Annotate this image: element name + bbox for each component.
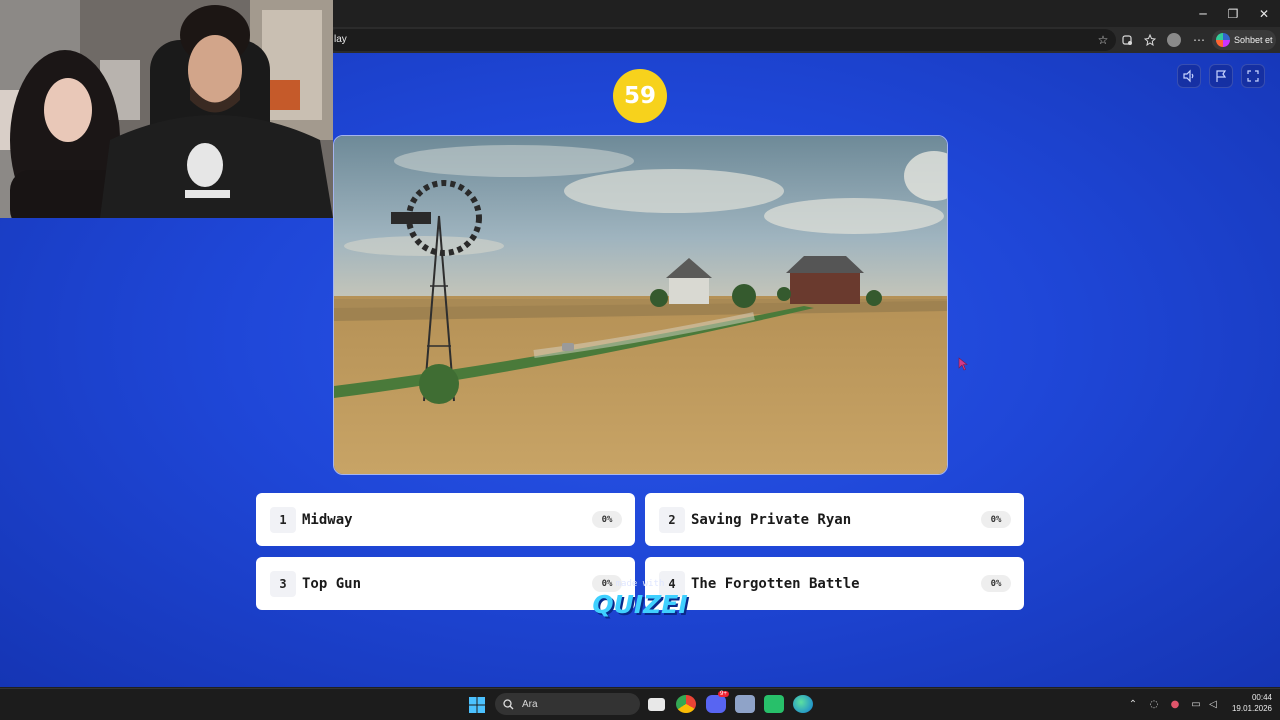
more-options-icon[interactable]: ⋯: [1190, 31, 1208, 49]
discord-badge: 9+: [718, 691, 729, 697]
search-icon: [503, 698, 514, 709]
answer-number: 2: [659, 506, 685, 533]
answer-number: 3: [270, 570, 296, 597]
answer-text: Top Gun: [302, 575, 362, 592]
windows-logo-icon: [469, 697, 485, 713]
tray-chevron-icon[interactable]: ⌃: [1126, 697, 1140, 711]
copilot-label: Sohbet et: [1234, 35, 1273, 45]
task-view-icon[interactable]: [648, 698, 665, 711]
close-button[interactable]: ✕: [1249, 0, 1279, 27]
taskbar-search[interactable]: Ara: [495, 693, 640, 715]
clock-date: 19.01.2026: [1231, 704, 1272, 713]
profile-avatar-icon[interactable]: [1165, 31, 1183, 49]
answer-number: 1: [270, 506, 296, 533]
quizei-logo[interactable]: QUIZEI: [590, 590, 690, 619]
answer-percent: 0%: [981, 511, 1011, 528]
answer-percent: 0%: [592, 511, 622, 528]
answer-option-3[interactable]: 3 Top Gun 0%: [256, 557, 635, 610]
answer-text: The Forgotten Battle: [691, 575, 860, 592]
volume-icon[interactable]: ◁: [1206, 697, 1220, 711]
question-image: [333, 135, 948, 475]
minimize-button[interactable]: ─: [1188, 0, 1218, 27]
report-button[interactable]: [1209, 64, 1233, 88]
fullscreen-button[interactable]: [1241, 64, 1265, 88]
network-icon[interactable]: ◌: [1147, 697, 1161, 711]
flag-icon: [1216, 70, 1227, 82]
answer-percent: 0%: [981, 575, 1011, 592]
clock-time: 00:44: [1251, 693, 1272, 702]
maximize-button[interactable]: ❐: [1218, 0, 1248, 27]
favorite-star-icon[interactable]: ☆: [1094, 31, 1112, 49]
speaker-icon: [1183, 69, 1194, 83]
taskbar-clock[interactable]: 00:44 19.01.2026: [1222, 692, 1272, 714]
copilot-button[interactable]: Sohbet et: [1212, 30, 1276, 50]
sound-button[interactable]: [1177, 64, 1201, 88]
search-label: Ara: [522, 698, 538, 710]
webcam-overlay: [0, 0, 333, 218]
game-app-icon[interactable]: [764, 695, 784, 713]
fullscreen-icon: [1247, 70, 1259, 82]
start-button[interactable]: [468, 696, 488, 714]
countdown-timer: 59: [613, 69, 667, 123]
windows-taskbar: [0, 688, 1280, 720]
address-bar[interactable]: lay: [326, 29, 1116, 51]
answer-text: Midway: [302, 511, 353, 528]
app-icon[interactable]: [735, 695, 755, 713]
mouse-cursor-icon: [958, 357, 968, 371]
collections-icon[interactable]: [1141, 31, 1159, 49]
discord-icon[interactable]: 9+: [706, 691, 729, 713]
answer-text: Saving Private Ryan: [691, 511, 852, 528]
answer-option-4[interactable]: 4 The Forgotten Battle 0%: [645, 557, 1024, 610]
microphone-icon[interactable]: ●: [1168, 697, 1182, 711]
edge-icon[interactable]: [793, 695, 813, 713]
answer-option-1[interactable]: 1 Midway 0%: [256, 493, 635, 546]
copilot-icon: [1216, 33, 1230, 47]
made-with-label: made with: [615, 579, 665, 589]
display-icon[interactable]: ▭: [1189, 697, 1203, 711]
answer-option-2[interactable]: 2 Saving Private Ryan 0%: [645, 493, 1024, 546]
chrome-icon[interactable]: [676, 695, 696, 713]
extension-icon[interactable]: [1118, 31, 1136, 49]
